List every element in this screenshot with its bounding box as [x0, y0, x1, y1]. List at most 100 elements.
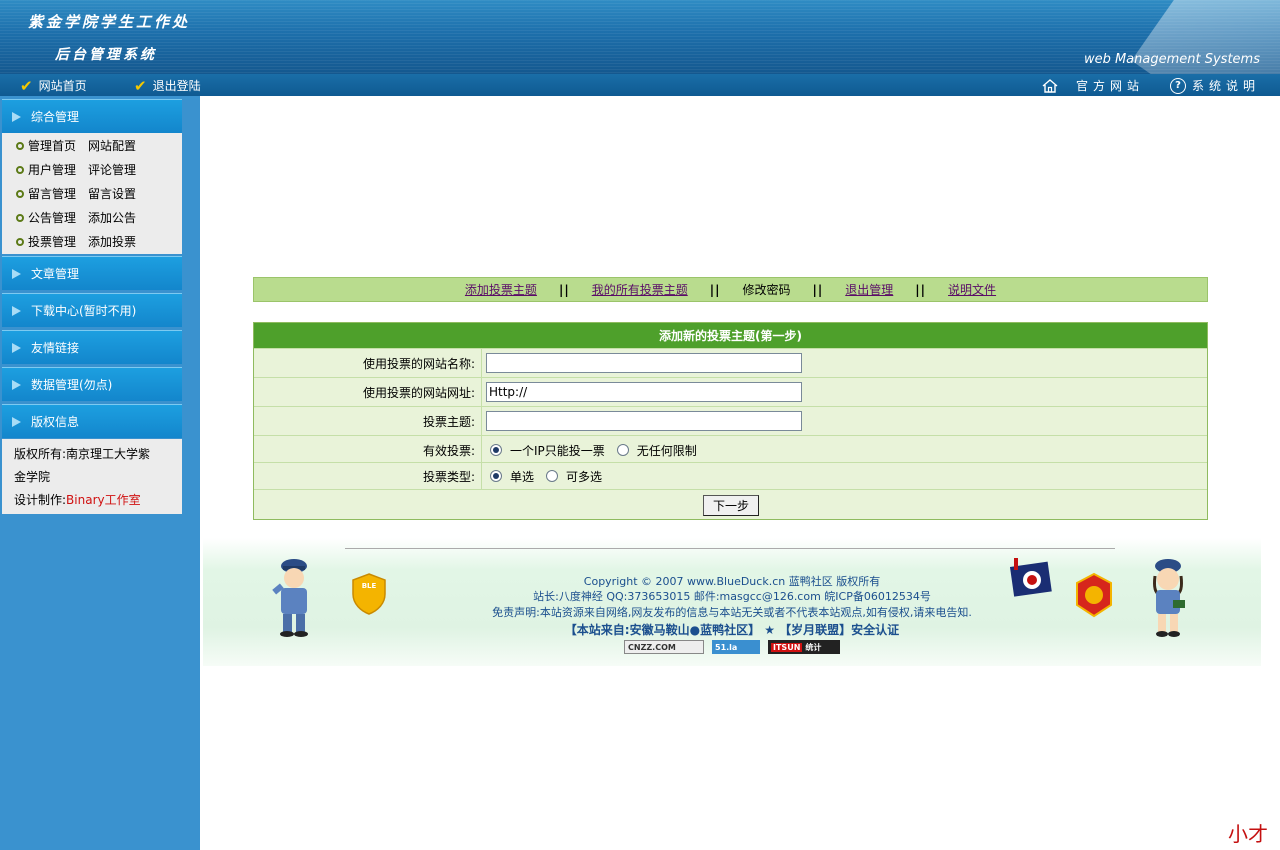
sidebar-section-links[interactable]: 友情链接: [2, 330, 182, 364]
menu-notice-manage[interactable]: 公告管理: [28, 209, 76, 226]
link-add-vote-topic[interactable]: 添加投票主题: [465, 281, 537, 298]
nav-logout-link[interactable]: ✔ 退出登陆: [134, 77, 201, 94]
bullet-icon: [16, 237, 24, 246]
sidebar-menu-row: 留言管理 留言设置: [16, 185, 136, 202]
footer: BLE Copyright © 2007 www.BlueDuck.cn 蓝鸭社…: [203, 538, 1261, 666]
sidebar-menu-row: 管理首页 网站配置: [16, 137, 136, 154]
bullet-icon: [16, 165, 24, 174]
radio-single-choice-label: 单选: [510, 469, 535, 484]
corner-signature: 小才: [1228, 822, 1268, 846]
nav-logout-label: 退出登陆: [152, 79, 201, 93]
nav-home-link[interactable]: ✔ 网站首页: [20, 77, 87, 94]
menu-add-notice[interactable]: 添加公告: [88, 209, 136, 226]
link-help-file[interactable]: 说明文件: [948, 281, 996, 298]
menu-site-config[interactable]: 网站配置: [88, 137, 136, 154]
form-row-vote-type: 投票类型: 单选 可多选: [254, 462, 1207, 489]
radio-single-choice[interactable]: [490, 470, 502, 482]
home-icon: [1042, 78, 1058, 94]
itsun-badge[interactable]: ITSUN 统计: [768, 640, 840, 654]
check-icon: ✔: [20, 76, 33, 95]
itsun-badge-brand: ITSUN: [771, 642, 803, 652]
link-change-password[interactable]: 修改密码: [742, 281, 790, 298]
certification-seal-icon: [1076, 572, 1112, 618]
top-nav-bar: ✔ 网站首页 ✔ 退出登陆 官方网站 ? 系统说明: [0, 74, 1280, 96]
footer-certification[interactable]: 【本站来自:安徽马鞍山●蓝鸭社区】 ★ 【岁月联盟】安全认证: [203, 621, 1261, 638]
51la-badge[interactable]: 51.la: [712, 640, 760, 654]
triangle-icon: [12, 305, 21, 316]
link-my-vote-topics[interactable]: 我的所有投票主题: [592, 281, 688, 298]
menu-comment-manage[interactable]: 评论管理: [88, 161, 136, 178]
police-figure-right: [1153, 559, 1185, 637]
menu-message-manage[interactable]: 留言管理: [28, 185, 76, 202]
sidebar-section-label: 综合管理: [31, 110, 80, 124]
menu-vote-manage[interactable]: 投票管理: [28, 233, 76, 250]
radio-no-limit-label: 无任何限制: [636, 443, 697, 458]
site-title: 紫金学院学生工作处: [28, 13, 191, 31]
radio-one-ip[interactable]: [490, 444, 502, 456]
next-step-button[interactable]: 下一步: [703, 495, 759, 516]
add-vote-form: 添加新的投票主题(第一步) 使用投票的网站名称: 使用投票的网站网址: 投票主题…: [253, 322, 1208, 520]
radio-no-limit[interactable]: [616, 444, 629, 456]
triangle-icon: [12, 268, 21, 279]
sidebar-menu-row: 公告管理 添加公告: [16, 209, 136, 226]
bullet-icon: [16, 189, 24, 198]
menu-message-settings[interactable]: 留言设置: [88, 185, 136, 202]
sidebar-section-copyright[interactable]: 版权信息: [2, 404, 182, 438]
vote-topic-input[interactable]: [486, 411, 802, 431]
copyright-line: 版权所有:南京理工大学紫: [14, 447, 151, 461]
sidebar-copyright-box: 版权所有:南京理工大学紫 金学院 设计制作:Binary工作室: [2, 439, 182, 514]
triangle-icon: [12, 379, 21, 390]
web-management-label: web Management Systems: [1083, 52, 1260, 67]
cnzz-badge[interactable]: CNZZ.COM: [624, 640, 704, 654]
site-url-input[interactable]: [486, 382, 802, 402]
radio-multi-choice[interactable]: [546, 470, 559, 482]
sidebar-section-downloads[interactable]: 下载中心(暂时不用): [2, 293, 182, 327]
radio-multi-choice-label: 可多选: [566, 469, 603, 484]
sidebar-section-general[interactable]: 综合管理: [2, 99, 182, 133]
link-separator: ||: [709, 282, 721, 297]
form-row-valid-vote: 有效投票: 一个IP只能投一票 无任何限制: [254, 435, 1207, 464]
form-row-vote-topic: 投票主题:: [254, 406, 1207, 435]
link-separator: ||: [558, 282, 570, 297]
footer-divider: [345, 548, 1115, 549]
site-subtitle: 后台管理系统: [55, 47, 157, 63]
triangle-icon: [12, 111, 21, 122]
valid-vote-radio-group: 一个IP只能投一票 无任何限制: [490, 436, 697, 464]
sidebar-section-label: 友情链接: [31, 341, 80, 355]
nav-help-link[interactable]: ? 系统说明: [1170, 77, 1260, 94]
sidebar-section-label: 数据管理(勿点): [31, 378, 113, 392]
sidebar-section-articles[interactable]: 文章管理: [2, 256, 182, 290]
designer-label: 设计制作:: [14, 493, 67, 507]
designer-line: 设计制作:Binary工作室: [14, 491, 141, 508]
help-icon: ?: [1170, 77, 1186, 94]
triangle-icon: [12, 416, 21, 427]
vote-link-bar: 添加投票主题 || 我的所有投票主题 || 修改密码 || 退出管理 || 说明…: [253, 277, 1208, 302]
form-row-site-url: 使用投票的网站网址:: [254, 377, 1207, 406]
nav-home-label: 网站首页: [38, 79, 87, 93]
vote-type-label: 投票类型:: [254, 463, 482, 489]
header-banner: 紫金学院学生工作处 后台管理系统 web Management Systems: [0, 0, 1280, 74]
link-logout-admin[interactable]: 退出管理: [845, 281, 893, 298]
menu-user-manage[interactable]: 用户管理: [28, 161, 76, 178]
vote-type-radio-group: 单选 可多选: [490, 463, 602, 489]
copyright-line: 金学院: [14, 470, 51, 484]
sidebar-section-label: 下载中心(暂时不用): [31, 304, 137, 318]
sidebar-section-data[interactable]: 数据管理(勿点): [2, 367, 182, 401]
vote-topic-label: 投票主题:: [254, 407, 482, 435]
sidebar-section-label: 文章管理: [31, 267, 80, 281]
check-icon: ✔: [134, 76, 147, 95]
nav-official-site-link[interactable]: 官方网站: [1042, 77, 1144, 94]
nav-help-label: 系统说明: [1192, 79, 1261, 93]
sidebar-general-menu: 管理首页 网站配置 用户管理 评论管理 留言管理 留言设置 公告管理 添加公告 …: [2, 133, 182, 254]
menu-admin-home[interactable]: 管理首页: [28, 137, 76, 154]
link-separator: ||: [812, 282, 824, 297]
form-row-submit: 下一步: [254, 489, 1207, 519]
site-name-label: 使用投票的网站名称:: [254, 349, 482, 377]
site-name-input[interactable]: [486, 353, 802, 373]
menu-add-vote[interactable]: 添加投票: [88, 233, 136, 250]
link-separator: ||: [915, 282, 927, 297]
stat-badges: CNZZ.COM 51.la ITSUN 统计: [203, 640, 1261, 654]
nav-official-site-label: 官方网站: [1076, 79, 1145, 93]
form-title: 添加新的投票主题(第一步): [254, 323, 1207, 348]
radio-one-ip-label: 一个IP只能投一票: [510, 443, 605, 458]
